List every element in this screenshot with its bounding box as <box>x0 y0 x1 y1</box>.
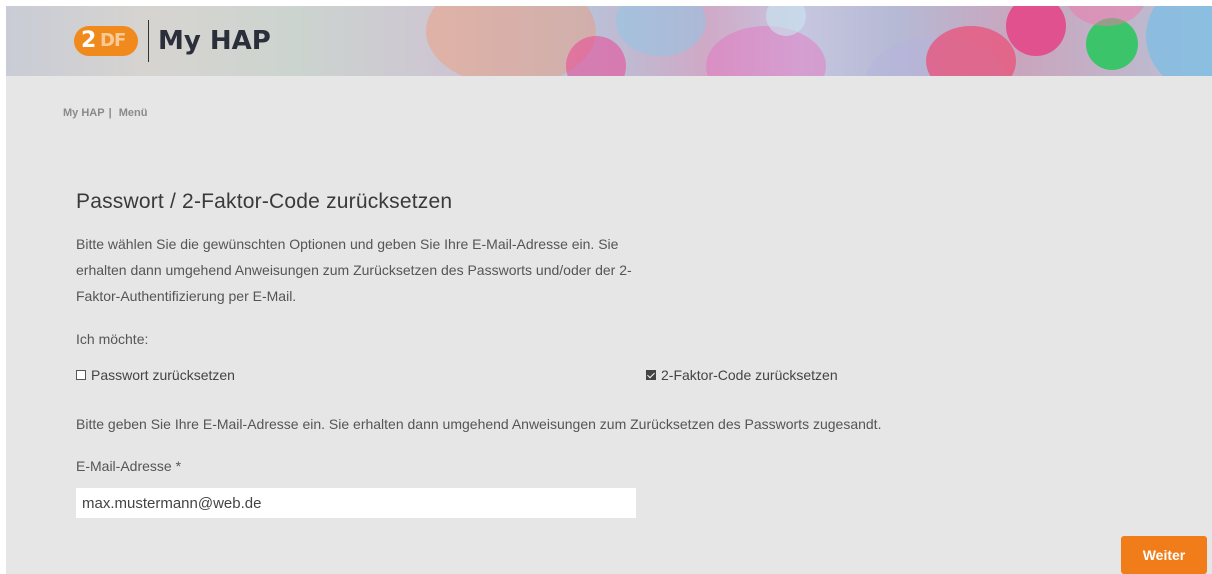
page: 2 DF My HAP My HAP | Menü Passwort / 2-Fa… <box>6 6 1212 574</box>
breadcrumb-menu-link[interactable]: Menü <box>119 107 148 119</box>
email-label: E-Mail-Adresse * <box>76 458 182 474</box>
options-label: Ich möchte: <box>76 331 149 347</box>
breadcrumb: My HAP | Menü <box>63 107 151 119</box>
logo-divider <box>148 20 149 62</box>
reset-password-label: Passwort zurücksetzen <box>91 367 235 383</box>
reset-2fa-option[interactable]: 2-Faktor-Code zurücksetzen <box>646 367 838 383</box>
reset-password-checkbox[interactable] <box>76 370 86 380</box>
email-instruction-text: Bitte geben Sie Ihre E-Mail-Adresse ein.… <box>76 416 882 432</box>
breadcrumb-home-link[interactable]: My HAP <box>63 107 105 119</box>
zdf-logo-icon: 2 DF <box>74 26 138 56</box>
header-banner: 2 DF My HAP <box>6 6 1212 76</box>
reset-2fa-checkbox[interactable] <box>646 370 656 380</box>
page-title: Passwort / 2-Faktor-Code zurücksetzen <box>76 190 453 213</box>
intro-text: Bitte wählen Sie die gewünschten Optione… <box>76 236 632 304</box>
app-title: My HAP <box>158 26 271 56</box>
zdf-logo[interactable]: 2 DF My HAP <box>74 20 271 62</box>
reset-2fa-label: 2-Faktor-Code zurücksetzen <box>661 367 838 383</box>
weiter-button[interactable]: Weiter <box>1121 536 1207 574</box>
breadcrumb-separator: | <box>108 107 112 119</box>
email-input[interactable] <box>76 488 636 518</box>
reset-password-option[interactable]: Passwort zurücksetzen <box>76 367 235 383</box>
